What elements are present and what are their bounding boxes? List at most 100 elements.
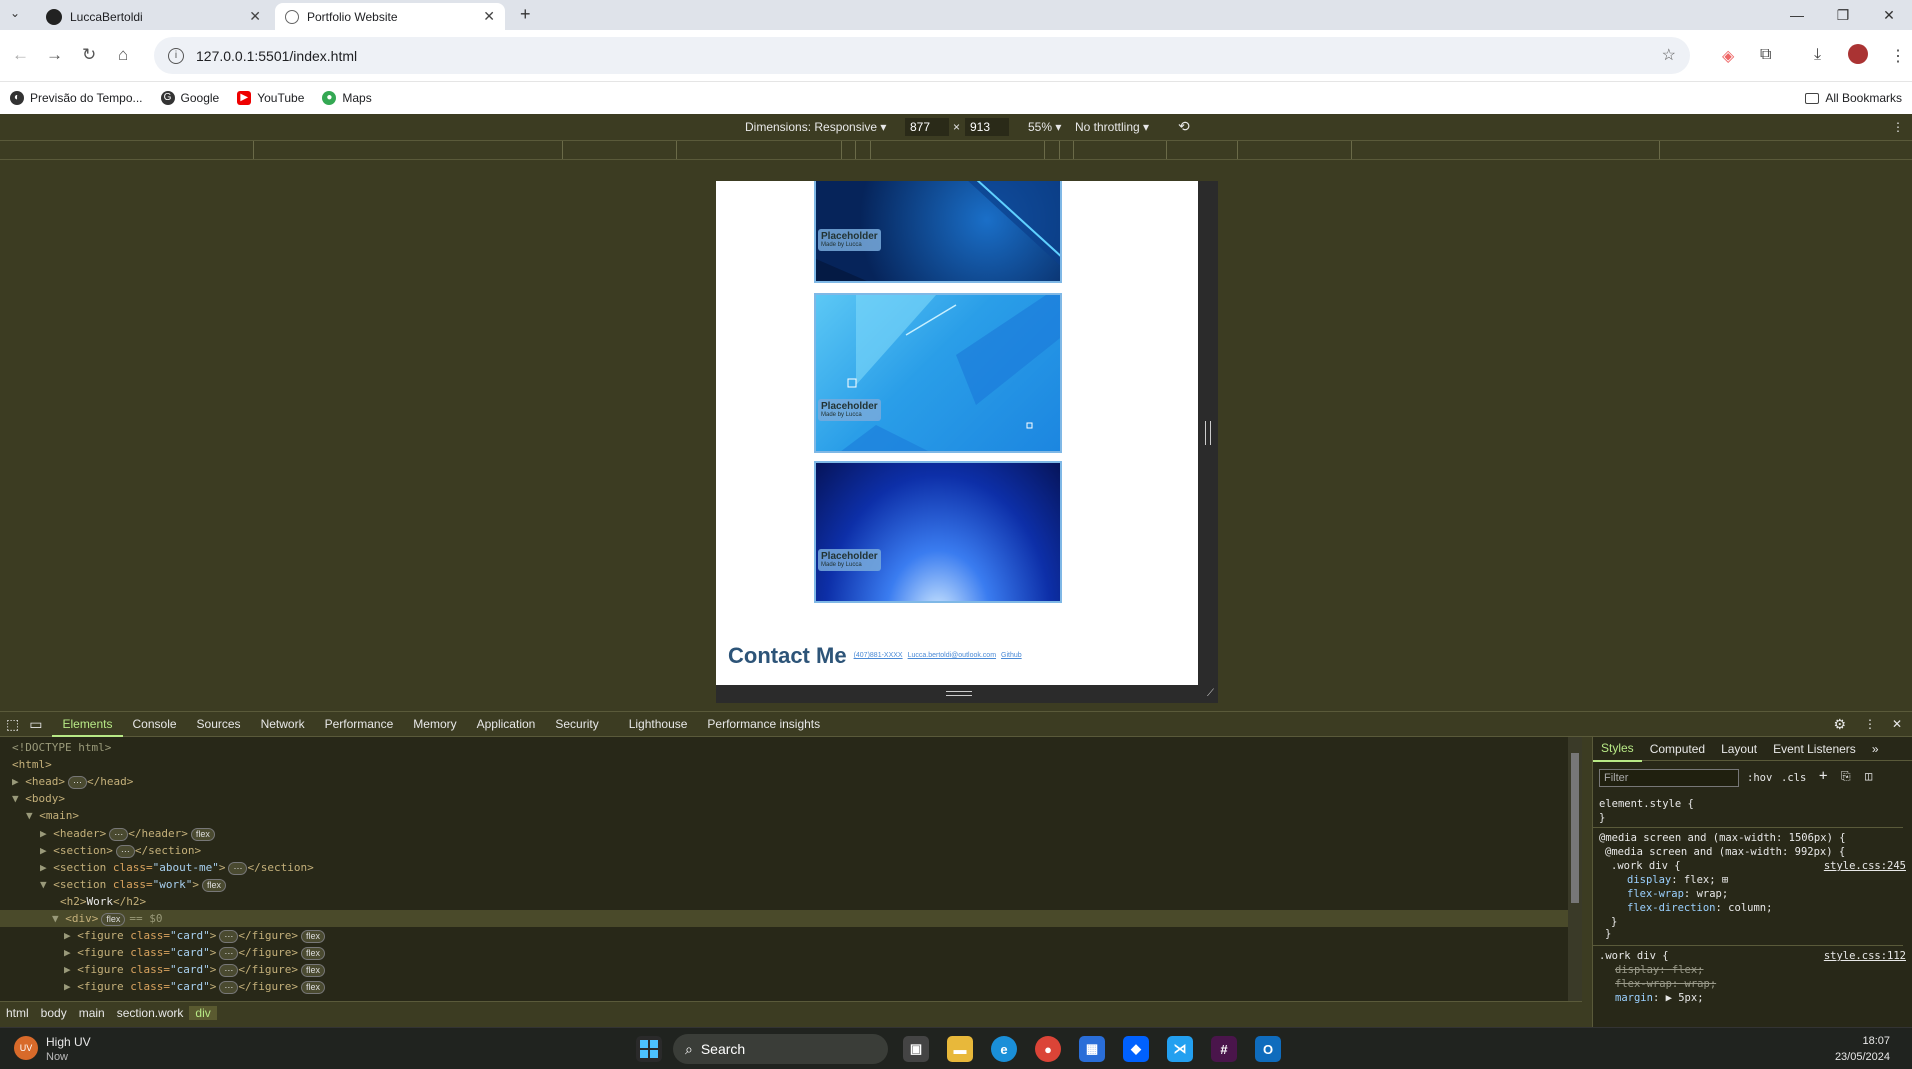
elements-scrollbar[interactable] — [1568, 737, 1582, 1001]
breadcrumb-body[interactable]: body — [35, 1006, 73, 1020]
flex-badge[interactable]: flex — [201, 879, 226, 892]
scrollbar-thumb[interactable] — [1571, 753, 1579, 903]
new-tab-button[interactable]: + — [520, 4, 531, 25]
header-node[interactable]: ▶ <header> ⋯ </header> flex — [40, 825, 215, 842]
all-bookmarks[interactable]: All Bookmarks — [1805, 91, 1902, 105]
flex-badge[interactable]: flex — [300, 981, 325, 994]
element-style-rule[interactable]: element.style { — [1599, 797, 1694, 811]
height-input[interactable]: 913 — [965, 118, 1009, 136]
section-work-node[interactable]: ▼ <section class="work"> flex — [40, 876, 226, 893]
edge-icon[interactable]: e — [991, 1036, 1017, 1062]
declaration[interactable]: display: flex; ⊞ — [1627, 873, 1728, 887]
breadcrumb-section-work[interactable]: section.work — [111, 1006, 190, 1020]
figure-node[interactable]: ▶ <figure class="card"> ⋯ </figure> flex — [64, 978, 325, 995]
viewport-resize-side[interactable] — [1198, 181, 1218, 701]
tab-security[interactable]: Security — [545, 712, 608, 737]
add-rule-icon[interactable]: + — [1819, 769, 1827, 783]
section-about-node[interactable]: ▶ <section class="about-me"> ⋯ </section> — [40, 859, 314, 876]
tab-performance-insights[interactable]: Performance insights — [697, 712, 830, 737]
device-toggle-icon[interactable]: ▭ — [25, 712, 52, 737]
declaration[interactable]: flex-direction: column; — [1627, 901, 1772, 915]
bookmark-youtube[interactable]: ▶ YouTube — [237, 91, 304, 105]
flex-badge[interactable]: flex — [300, 964, 325, 977]
settings-gear-icon[interactable]: ⚙ — [1823, 712, 1856, 737]
reload-icon[interactable]: ↻ — [82, 45, 96, 65]
main-node[interactable]: ▼ <main> — [26, 807, 79, 824]
flex-badge[interactable]: flex — [300, 947, 325, 960]
email-link[interactable]: Lucca.bertoldi@outlook.com — [908, 652, 996, 659]
breadcrumb-div[interactable]: div — [189, 1005, 217, 1020]
tab-event-listeners[interactable]: Event Listeners — [1765, 737, 1864, 761]
home-icon[interactable]: ⌂ — [118, 45, 128, 65]
store-icon[interactable]: ▦ — [1079, 1036, 1105, 1062]
flex-badge[interactable]: flex — [300, 930, 325, 943]
section-node[interactable]: ▶ <section> ⋯ </section> — [40, 842, 201, 859]
flexbox-editor-icon[interactable]: ⊞ — [1722, 874, 1728, 886]
resize-handle-icon[interactable] — [1205, 421, 1211, 445]
body-node[interactable]: ▼ <body> — [12, 790, 65, 807]
viewport-resize-bottom[interactable]: ⟋ — [716, 685, 1218, 703]
menu-kebab-icon[interactable]: ⋮ — [1890, 46, 1906, 66]
site-info-icon[interactable]: i — [168, 47, 184, 64]
resize-handle-icon[interactable] — [946, 691, 972, 696]
overridden-declaration[interactable]: flex-wrap: wrap; — [1615, 977, 1716, 991]
tab-lighthouse[interactable]: Lighthouse — [619, 712, 698, 737]
bookmark-maps[interactable]: ● Maps — [322, 91, 372, 105]
hov-toggle[interactable]: :hov — [1747, 771, 1772, 785]
flex-badge[interactable]: flex — [101, 913, 126, 926]
source-link[interactable]: style.css:245 — [1824, 859, 1906, 873]
phone-link[interactable]: (407)881-XXXX — [854, 652, 903, 659]
corner-resize-icon[interactable]: ⟋ — [1207, 688, 1214, 699]
figure-node[interactable]: ▶ <figure class="card"> ⋯ </figure> flex — [64, 944, 325, 961]
h2-node[interactable]: <h2>Work</h2> — [60, 893, 146, 910]
dimensions-dropdown[interactable]: Dimensions: Responsive ▾ — [745, 120, 886, 134]
bookmark-star-icon[interactable]: ☆ — [1662, 45, 1676, 65]
clock-date[interactable]: 23/05/2024 — [1835, 1051, 1890, 1063]
tab-performance[interactable]: Performance — [315, 712, 404, 737]
bookmark-google[interactable]: G Google — [160, 91, 219, 105]
tab-layout[interactable]: Layout — [1713, 737, 1765, 761]
slack-icon[interactable]: # — [1211, 1036, 1237, 1062]
tab-network[interactable]: Network — [251, 712, 315, 737]
device-menu-icon[interactable]: ⋮ — [1892, 120, 1904, 134]
extension-icon[interactable]: ◈ — [1722, 46, 1734, 66]
breadcrumb-main[interactable]: main — [73, 1006, 111, 1020]
inspect-element-icon[interactable]: ⬚ — [0, 712, 25, 737]
file-explorer-icon[interactable]: ▬ — [947, 1036, 973, 1062]
clock-time[interactable]: 18:07 — [1862, 1035, 1890, 1047]
tab-memory[interactable]: Memory — [403, 712, 466, 737]
tab-sources[interactable]: Sources — [187, 712, 251, 737]
dropbox-icon[interactable]: ◆ — [1123, 1036, 1149, 1062]
cls-toggle[interactable]: .cls — [1781, 771, 1806, 785]
tab-computed[interactable]: Computed — [1642, 737, 1713, 761]
close-devtools-icon[interactable]: ✕ — [1882, 712, 1912, 737]
weather-title[interactable]: High UV — [46, 1035, 91, 1049]
work-card[interactable]: Placeholder Made by Lucca — [814, 293, 1062, 453]
tab-application[interactable]: Application — [467, 712, 546, 737]
minimize-icon[interactable]: — — [1774, 0, 1820, 30]
throttling-dropdown[interactable]: No throttling ▾ — [1075, 120, 1149, 134]
tab-elements[interactable]: Elements — [52, 712, 123, 737]
back-icon[interactable]: ← — [12, 45, 29, 65]
task-view-icon[interactable]: ▣ — [903, 1036, 929, 1062]
figure-node[interactable]: ▶ <figure class="card"> ⋯ </figure> flex — [64, 927, 325, 944]
download-icon[interactable]: ⤓ — [1814, 46, 1821, 64]
width-input[interactable]: 877 — [905, 118, 949, 136]
source-link[interactable]: style.css:112 — [1824, 949, 1906, 963]
rule-selector[interactable]: .work div { — [1611, 859, 1681, 873]
tab-search-icon[interactable]: ⌄ — [10, 6, 20, 20]
zoom-dropdown[interactable]: 55% ▾ — [1028, 120, 1061, 134]
sidebar-toggle-icon[interactable]: ◫ — [1865, 769, 1872, 783]
rotate-icon[interactable]: ⟲ — [1178, 118, 1190, 135]
more-tabs-icon[interactable]: » — [1864, 737, 1887, 761]
close-icon[interactable]: ✕ — [249, 8, 261, 25]
address-bar[interactable]: i 127.0.0.1:5501/index.html ☆ — [154, 37, 1690, 74]
flex-badge[interactable]: flex — [190, 828, 215, 841]
overridden-declaration[interactable]: display: flex; — [1615, 963, 1704, 977]
head-node[interactable]: ▶ <head> ⋯ </head> — [12, 773, 133, 790]
work-card[interactable]: Placeholder Made by Lucca — [814, 181, 1062, 283]
declaration[interactable]: flex-wrap: wrap; — [1627, 887, 1728, 901]
restore-icon[interactable]: ❐ — [1820, 0, 1866, 30]
work-card[interactable]: Placeholder Made by Lucca — [814, 461, 1062, 603]
figure-node[interactable]: ▶ <figure class="card"> ⋯ </figure> flex — [64, 961, 325, 978]
